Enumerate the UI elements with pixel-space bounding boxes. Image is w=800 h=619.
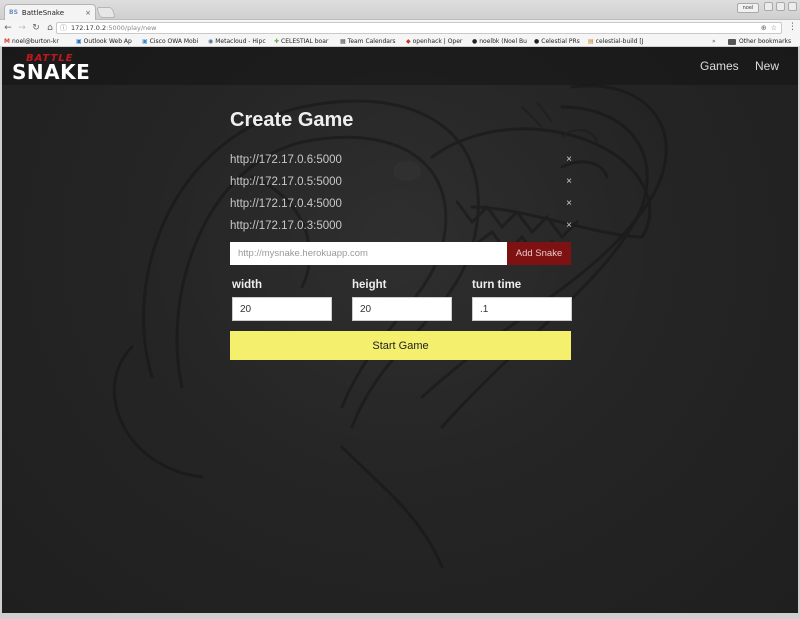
nav-new-link[interactable]: New xyxy=(755,59,779,73)
bookmark-label: Metacloud - Hipc xyxy=(215,37,266,45)
snake-url: http://172.17.0.5:5000 xyxy=(230,176,342,188)
back-icon[interactable]: ← xyxy=(2,23,14,33)
bookmark-item[interactable]: ▦ Team Calendars xyxy=(340,36,406,46)
bookmark-label: noel@burton-kr xyxy=(11,37,59,45)
reload-icon[interactable]: ↻ xyxy=(30,23,42,33)
logo-snake-text: SNAKE xyxy=(12,60,91,84)
snake-url: http://172.17.0.3:5000 xyxy=(230,220,342,232)
start-game-button[interactable]: Start Game xyxy=(230,331,571,360)
bookmark-favicon-icon: ▣ xyxy=(142,37,148,45)
bookmark-item[interactable]: ▤ celestial-build [J xyxy=(588,36,660,46)
snake-list-item: http://172.17.0.3:5000 × xyxy=(230,220,572,236)
add-snake-button[interactable]: Add Snake xyxy=(507,242,571,265)
bookmark-item[interactable]: ▣ Outlook Web Ap xyxy=(76,36,142,46)
snake-url: http://172.17.0.4:5000 xyxy=(230,198,342,210)
chrome-menu-icon[interactable]: ⋮ xyxy=(788,22,797,32)
height-label: height xyxy=(352,279,387,291)
bookmark-favicon-icon: ◉ xyxy=(208,37,214,45)
remove-snake-icon[interactable]: × xyxy=(566,154,572,165)
snake-url: http://172.17.0.6:5000 xyxy=(230,154,342,166)
tab-close-icon[interactable]: × xyxy=(85,9,91,17)
maximize-button[interactable] xyxy=(776,2,785,11)
url-path: :5000/play/new xyxy=(106,24,157,32)
turn-time-label: turn time xyxy=(472,279,522,291)
url-host: 172.17.0.2 xyxy=(71,24,107,32)
bookmark-favicon-icon: ● xyxy=(472,37,478,45)
bookmark-item[interactable]: ◉ Metacloud - Hipc xyxy=(208,36,274,46)
snake-list-item: http://172.17.0.5:5000 × xyxy=(230,176,572,192)
bookmark-label: CELESTIAL boar xyxy=(281,37,329,45)
bookmark-label: noelbk (Noel Bu xyxy=(479,37,527,45)
other-bookmarks-folder[interactable]: Other bookmarks xyxy=(728,36,792,46)
forward-icon[interactable]: → xyxy=(16,23,28,33)
snake-list-item: http://172.17.0.6:5000 × xyxy=(230,154,572,170)
site-navbar: BATTLE SNAKE Games New xyxy=(2,47,798,85)
bookmark-favicon-icon: M xyxy=(4,37,10,45)
address-bar[interactable]: ⓘ 172.17.0.2:5000/play/new ⊕ ☆ xyxy=(56,22,782,34)
profile-button[interactable]: noel xyxy=(737,3,759,13)
turn-time-input[interactable] xyxy=(472,297,572,321)
zoom-icon[interactable]: ⊕ xyxy=(761,23,767,34)
tab-title: BattleSnake xyxy=(21,8,65,17)
width-input[interactable] xyxy=(232,297,332,321)
bookmark-label: celestial-build [J xyxy=(595,37,644,45)
bookmark-favicon-icon: ◆ xyxy=(406,37,411,45)
minimize-button[interactable] xyxy=(764,2,773,11)
remove-snake-icon[interactable]: × xyxy=(566,198,572,209)
battlesnake-logo[interactable]: BATTLE SNAKE xyxy=(12,53,98,84)
folder-icon xyxy=(728,38,736,45)
remove-snake-icon[interactable]: × xyxy=(566,176,572,187)
bookmark-item[interactable]: ▣ Cisco OWA Mobi xyxy=(142,36,208,46)
bookmark-favicon-icon: ▦ xyxy=(340,37,346,45)
snake-background-art xyxy=(113,84,668,569)
remove-snake-icon[interactable]: × xyxy=(566,220,572,231)
browser-tab[interactable]: BS BattleSnake × xyxy=(4,4,96,20)
new-tab-button[interactable] xyxy=(95,7,117,18)
bookmark-label: Team Calendars xyxy=(347,37,396,45)
bookmark-item[interactable]: Mnoel@burton-kr xyxy=(4,36,76,46)
battlesnake-favicon-icon: BS xyxy=(9,9,18,16)
bookmark-item[interactable]: ✚ CELESTIAL boar xyxy=(274,36,340,46)
window-controls xyxy=(764,2,797,11)
bookmark-favicon-icon: ▤ xyxy=(588,37,594,45)
bookmarks-overflow-icon[interactable]: » xyxy=(712,36,716,46)
nav-games-link[interactable]: Games xyxy=(700,59,739,73)
page-title: Create Game xyxy=(230,109,354,131)
bookmark-favicon-icon: ▣ xyxy=(76,37,82,45)
home-icon[interactable]: ⌂ xyxy=(44,23,56,33)
bookmark-item[interactable]: ● noelbk (Noel Bu xyxy=(472,36,534,46)
bookmark-label: Celestial PRs xyxy=(541,37,580,45)
address-url: 172.17.0.2:5000/play/new xyxy=(71,24,156,32)
width-label: width xyxy=(232,279,263,291)
height-input[interactable] xyxy=(352,297,452,321)
bookmark-item[interactable]: ◆ openhack | Oper xyxy=(406,36,472,46)
bookmark-favicon-icon: ✚ xyxy=(274,37,280,45)
page-viewport: BATTLE SNAKE Games New Create Game http:… xyxy=(2,47,798,613)
close-window-button[interactable] xyxy=(788,2,797,11)
bookmark-label: openhack | Oper xyxy=(412,37,463,45)
bookmark-star-icon[interactable]: ☆ xyxy=(771,23,777,34)
bookmark-label: Outlook Web Ap xyxy=(83,37,132,45)
browser-toolbar: ← → ↻ ⌂ ⓘ 172.17.0.2:5000/play/new ⊕ ☆ ⋮ xyxy=(0,20,800,36)
page-info-icon[interactable]: ⓘ xyxy=(60,23,67,33)
bookmark-favicon-icon: ● xyxy=(534,37,540,45)
snake-url-input[interactable] xyxy=(230,242,507,265)
other-bookmarks-label: Other bookmarks xyxy=(739,38,792,45)
bookmarks-bar: Mnoel@burton-kr ▣ Outlook Web Ap ▣ Cisco OWA… xyxy=(0,36,800,47)
bookmark-label: Cisco OWA Mobi xyxy=(149,37,199,45)
bookmark-item[interactable]: ● Celestial PRs xyxy=(534,36,588,46)
snake-list-item: http://172.17.0.4:5000 × xyxy=(230,198,572,214)
browser-titlebar: BS BattleSnake × noel xyxy=(0,0,800,20)
add-snake-row: Add Snake xyxy=(230,242,571,265)
